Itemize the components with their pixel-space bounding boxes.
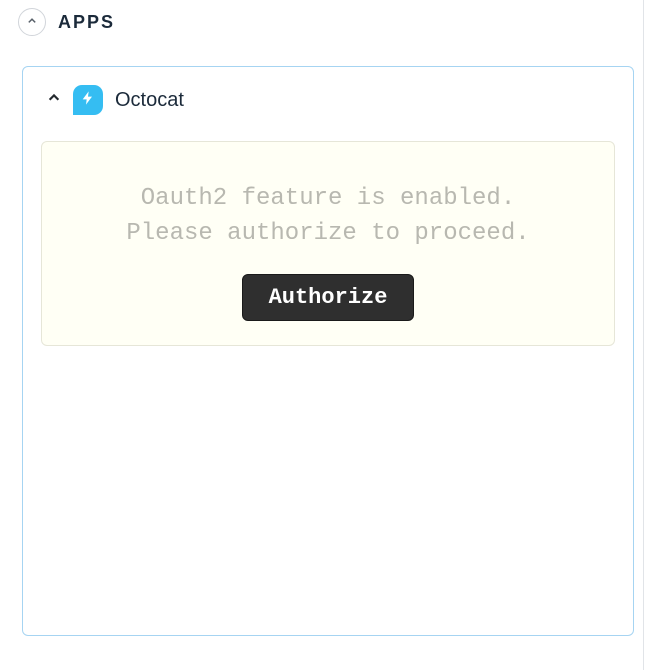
lightning-icon: [80, 90, 96, 111]
app-name: Octocat: [115, 89, 184, 112]
auth-message: Oauth2 feature is enabled. Please author…: [60, 182, 596, 252]
section-header: APPS: [0, 0, 652, 44]
app-card: Octocat Oauth2 feature is enabled. Pleas…: [22, 66, 634, 636]
app-icon: [73, 85, 103, 115]
app-card-header: Octocat: [41, 85, 615, 115]
collapse-card-button[interactable]: [47, 91, 61, 110]
chevron-up-icon: [26, 13, 38, 31]
section-title: APPS: [58, 12, 115, 33]
collapse-section-button[interactable]: [18, 8, 46, 36]
auth-panel: Oauth2 feature is enabled. Please author…: [41, 141, 615, 346]
authorize-button[interactable]: Authorize: [242, 274, 415, 321]
right-divider: [643, 0, 644, 670]
chevron-up-icon: [47, 91, 61, 110]
